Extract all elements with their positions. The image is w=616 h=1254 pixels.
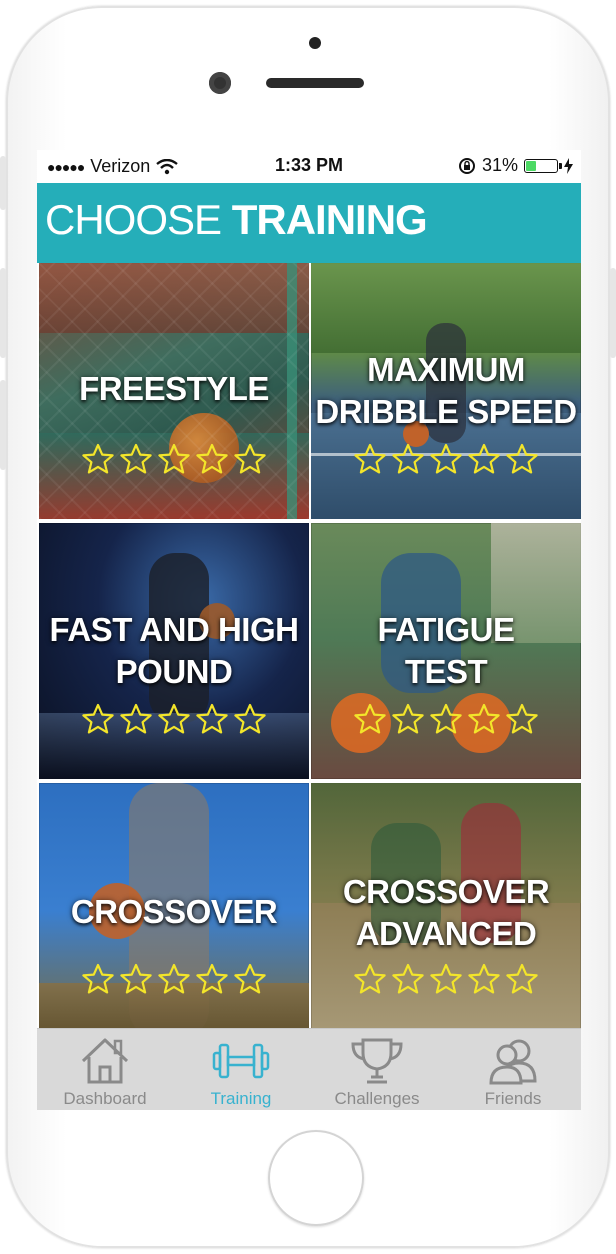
- star-rating: [311, 963, 581, 995]
- dumbbell-icon: [212, 1043, 270, 1079]
- training-title-line2: ADVANCED: [355, 915, 537, 952]
- title-light: CHOOSE: [45, 196, 222, 243]
- volume-down-button: [0, 380, 6, 470]
- tab-label: Training: [210, 1089, 272, 1108]
- training-tile-fatigue-test[interactable]: FATIGUE TEST: [311, 523, 581, 779]
- star-empty-icon: [392, 703, 424, 734]
- training-title: CROSSOVER: [70, 893, 278, 930]
- training-title: FREESTYLE: [79, 370, 269, 407]
- star-empty-icon: [120, 963, 152, 994]
- home-button[interactable]: [268, 1130, 364, 1226]
- training-tile-maximum-dribble-speed[interactable]: MAXIMUM DRIBBLE SPEED: [311, 263, 581, 519]
- star-empty-icon: [354, 963, 386, 994]
- star-empty-icon: [158, 963, 190, 994]
- star-empty-icon: [234, 703, 266, 734]
- house-icon: [81, 1038, 129, 1084]
- rotation-lock-icon: [458, 157, 475, 174]
- training-title-line1: CROSSOVER: [342, 873, 550, 910]
- star-empty-icon: [234, 963, 266, 994]
- battery-icon: [524, 158, 562, 173]
- star-empty-icon: [120, 443, 152, 474]
- training-title-line1: FATIGUE: [377, 611, 515, 648]
- star-empty-icon: [196, 703, 228, 734]
- star-empty-icon: [468, 703, 500, 734]
- star-empty-icon: [392, 443, 424, 474]
- training-tile-fast-and-high-pound[interactable]: FAST AND HIGH POUND: [39, 523, 309, 779]
- star-empty-icon: [234, 443, 266, 474]
- mute-switch: [0, 156, 6, 210]
- star-empty-icon: [506, 443, 538, 474]
- star-empty-icon: [392, 963, 424, 994]
- star-empty-icon: [430, 443, 462, 474]
- training-tile-crossover-advanced[interactable]: CROSSOVER ADVANCED: [311, 783, 581, 1039]
- tab-friends[interactable]: Friends: [445, 1029, 581, 1110]
- star-empty-icon: [506, 703, 538, 734]
- star-empty-icon: [158, 443, 190, 474]
- volume-up-button: [0, 268, 6, 358]
- friends-icon: [489, 1039, 537, 1085]
- star-empty-icon: [506, 963, 538, 994]
- tab-challenges[interactable]: Challenges: [309, 1029, 445, 1110]
- star-rating: [311, 703, 581, 735]
- tab-bar: Dashboard Training Challenges Friends: [37, 1028, 581, 1110]
- star-rating: [39, 443, 309, 475]
- header-bar: CHOOSE TRAINING: [37, 183, 581, 263]
- star-empty-icon: [82, 703, 114, 734]
- training-tile-crossover[interactable]: CROSSOVER: [39, 783, 309, 1039]
- star-empty-icon: [82, 443, 114, 474]
- training-tile-freestyle[interactable]: FREESTYLE: [39, 263, 309, 519]
- charging-bolt-icon: [564, 157, 573, 174]
- status-bar: ●●●●● Verizon 1:33 PM 31%: [37, 150, 581, 183]
- star-empty-icon: [196, 443, 228, 474]
- training-title-line2: POUND: [115, 653, 233, 690]
- app-screen: ●●●●● Verizon 1:33 PM 31% CHOOSE TRAININ…: [37, 150, 581, 1110]
- battery-level: [526, 160, 536, 171]
- star-empty-icon: [468, 963, 500, 994]
- star-empty-icon: [82, 963, 114, 994]
- earpiece-speaker: [266, 78, 364, 88]
- tab-training[interactable]: Training: [173, 1029, 309, 1110]
- star-empty-icon: [354, 443, 386, 474]
- title-bold: TRAINING: [231, 196, 428, 243]
- tab-label: Friends: [484, 1089, 542, 1108]
- tab-label: Dashboard: [63, 1089, 147, 1108]
- star-empty-icon: [120, 703, 152, 734]
- star-empty-icon: [196, 963, 228, 994]
- proximity-sensor: [209, 72, 231, 94]
- training-title-line1: FAST AND HIGH: [49, 611, 299, 648]
- training-title-line2: TEST: [404, 653, 488, 690]
- power-button: [610, 268, 616, 358]
- star-rating: [39, 703, 309, 735]
- training-title-line2: DRIBBLE SPEED: [315, 393, 577, 430]
- star-empty-icon: [354, 703, 386, 734]
- star-empty-icon: [158, 703, 190, 734]
- star-empty-icon: [430, 963, 462, 994]
- star-empty-icon: [468, 443, 500, 474]
- battery-percentage: 31%: [481, 155, 518, 175]
- training-grid: FREESTYLE MAXIMUM DRIBBLE SPEED FAST AND…: [37, 263, 581, 1039]
- star-empty-icon: [430, 703, 462, 734]
- training-title-line1: MAXIMUM: [367, 351, 525, 388]
- star-rating: [39, 963, 309, 995]
- page-title: CHOOSE TRAINING: [45, 195, 428, 245]
- tab-label: Challenges: [334, 1089, 420, 1108]
- star-rating: [311, 443, 581, 475]
- tab-dashboard[interactable]: Dashboard: [37, 1029, 173, 1110]
- front-camera: [309, 37, 321, 49]
- trophy-icon: [351, 1038, 403, 1084]
